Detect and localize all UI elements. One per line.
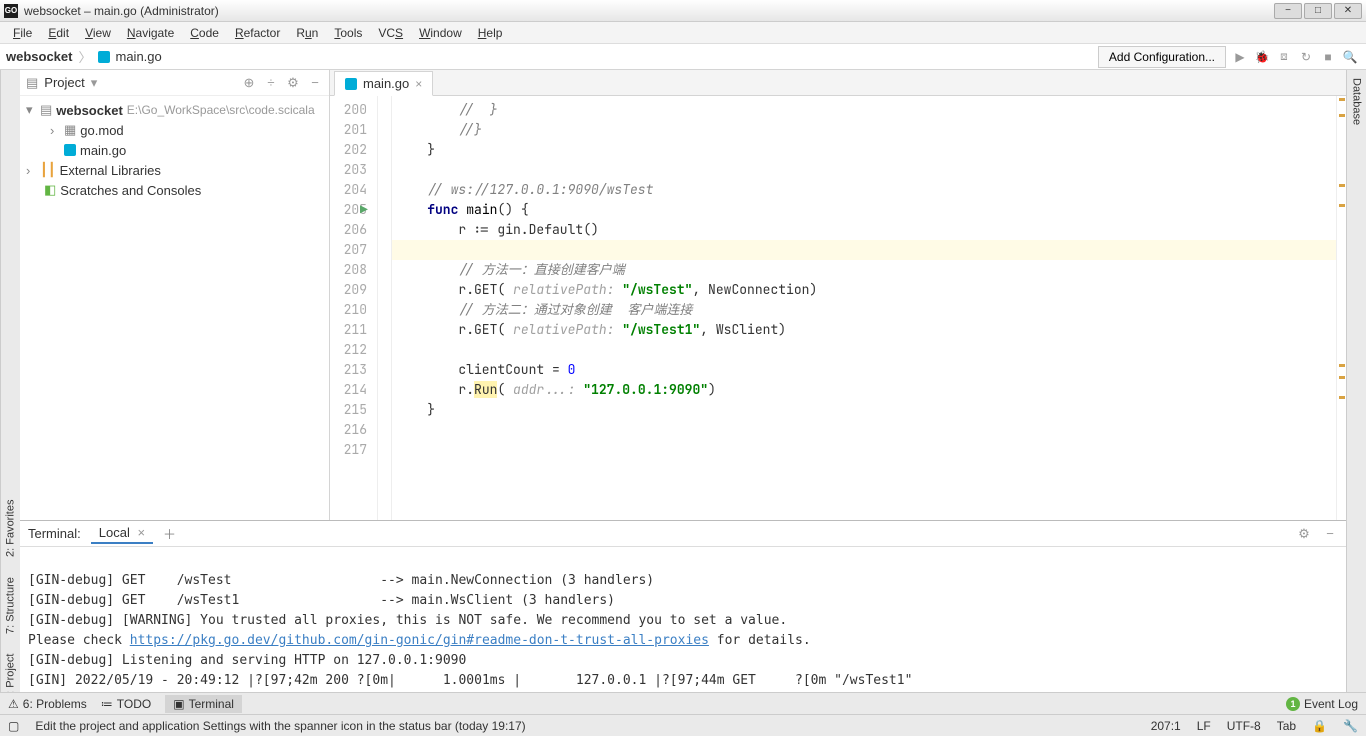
menu-window[interactable]: Window [412,24,469,42]
close-icon[interactable]: × [137,525,145,540]
go-file-icon [64,144,76,156]
tree-file-maingo[interactable]: main.go [20,140,329,160]
target-icon[interactable]: ⊕ [241,75,257,91]
coverage-icon[interactable]: ⧈ [1276,49,1292,65]
breadcrumb-file[interactable]: main.go [116,49,162,64]
app-icon: GO [4,4,18,18]
add-configuration-button[interactable]: Add Configuration... [1098,46,1226,68]
sidebar-title[interactable]: Project [44,75,84,90]
menu-edit[interactable]: Edit [41,24,76,42]
sidebar-header: ▤ Project ▾ ⊕ ÷ ⚙ − [20,70,329,96]
add-terminal-icon[interactable]: ＋ [163,524,176,543]
tab-label: main.go [363,76,409,91]
minimize-button[interactable]: − [1274,3,1302,19]
toolwindow-todo[interactable]: ≔ TODO [101,697,151,711]
tab-close-icon[interactable]: × [415,77,422,91]
file-label: main.go [80,143,126,158]
expand-icon[interactable]: ÷ [263,75,279,91]
tree-project-root[interactable]: ▾ ▤ websocket E:\Go_WorkSpace\src\code.s… [20,100,329,120]
file-label: go.mod [80,123,123,138]
project-name: websocket [56,103,122,118]
external-libs-label: External Libraries [60,163,161,178]
close-button[interactable]: ✕ [1334,3,1362,19]
scratches-label: Scratches and Consoles [60,183,201,198]
dropdown-icon[interactable]: ▾ [91,75,98,91]
menu-vcs[interactable]: VCS [371,24,410,42]
right-tool-strip: Database [1346,70,1366,714]
editor-tabs: main.go × [330,70,1346,96]
go-file-icon [345,78,357,90]
tree-external-libs[interactable]: › ┃┃ External Libraries [20,160,329,180]
project-path: E:\Go_WorkSpace\src\code.scicala [127,103,315,117]
status-hint: Edit the project and application Setting… [35,719,525,733]
window-controls: − □ ✕ [1274,3,1362,19]
menu-tools[interactable]: Tools [327,24,369,42]
debug-icon[interactable]: 🐞 [1254,49,1270,65]
status-position[interactable]: 207:1 [1151,719,1181,733]
breadcrumb-root[interactable]: websocket [6,49,72,64]
hide-icon[interactable]: − [1322,526,1338,542]
go-file-icon [98,51,110,63]
tool-structure[interactable]: 7: Structure [3,571,19,640]
profile-icon[interactable]: ↻ [1298,49,1314,65]
titlebar: GO websocket – main.go (Administrator) −… [0,0,1366,22]
tree-scratches[interactable]: ◧ Scratches and Consoles [20,180,329,200]
breadcrumb: websocket 〉 main.go [0,47,162,66]
status-indent[interactable]: Tab [1277,719,1296,733]
menu-view[interactable]: View [78,24,118,42]
window-title: websocket – main.go (Administrator) [24,4,1274,18]
toolwindow-terminal[interactable]: ▣ Terminal [165,695,242,713]
project-tree: ▾ ▤ websocket E:\Go_WorkSpace\src\code.s… [20,96,329,204]
menubar: File Edit View Navigate Code Refactor Ru… [0,22,1366,44]
maximize-button[interactable]: □ [1304,3,1332,19]
run-icon[interactable]: ▶ [1232,49,1248,65]
menu-file[interactable]: File [6,24,39,42]
statusbar: ▢ Edit the project and application Setti… [0,714,1366,736]
menu-navigate[interactable]: Navigate [120,24,181,42]
terminal-label: Terminal: [28,526,81,541]
terminal-tab-local[interactable]: Local × [91,523,153,544]
gear-icon[interactable]: ⚙ [1296,526,1312,542]
menu-help[interactable]: Help [471,24,510,42]
search-icon[interactable]: 🔍 [1342,49,1358,65]
status-panel-icon[interactable]: ▢ [8,719,19,733]
menu-code[interactable]: Code [183,24,226,42]
gear-icon[interactable]: ⚙ [285,75,301,91]
bottom-toolbar: ⚠ 6: Problems ≔ TODO ▣ Terminal 1 Event … [0,692,1366,714]
terminal-header: Terminal: Local × ＋ ⚙ − [20,521,1346,547]
lock-icon[interactable]: 🔒 [1312,719,1327,733]
terminal-panel: Terminal: Local × ＋ ⚙ − [GIN-debug] GET … [20,520,1346,714]
menu-run[interactable]: Run [289,24,325,42]
spanner-icon[interactable]: 🔧 [1343,719,1358,733]
breadcrumb-sep: 〉 [78,47,91,66]
terminal-output[interactable]: [GIN-debug] GET /wsTest --> main.NewConn… [20,547,1346,714]
stop-icon[interactable]: ■ [1320,49,1336,65]
status-line-sep[interactable]: LF [1197,719,1211,733]
tree-file-gomod[interactable]: › ▦ go.mod [20,120,329,140]
hide-icon[interactable]: − [307,75,323,91]
navbar: websocket 〉 main.go Add Configuration...… [0,44,1366,70]
folder-icon: ▤ [26,75,38,91]
status-encoding[interactable]: UTF-8 [1227,719,1261,733]
toolwindow-eventlog[interactable]: 1 Event Log [1286,697,1358,711]
tool-database[interactable]: Database [1351,78,1363,125]
tool-favorites[interactable]: 2: Favorites [3,493,19,562]
editor-tab-maingo[interactable]: main.go × [334,71,433,96]
left-tool-strip: 1: Project 7: Structure 2: Favorites [0,70,20,714]
menu-refactor[interactable]: Refactor [228,24,287,42]
toolwindow-problems[interactable]: ⚠ 6: Problems [8,697,87,711]
